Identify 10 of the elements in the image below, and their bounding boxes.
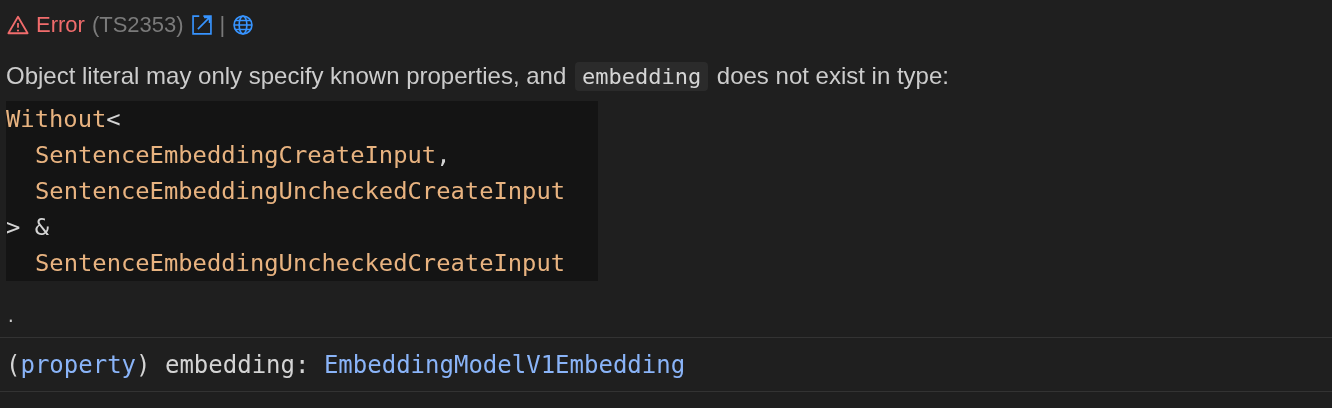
error-message: Object literal may only specify known properties, and embedding does not exist in type: <box>6 61 949 92</box>
error-code: (TS2353) <box>91 12 184 38</box>
globe-icon[interactable] <box>232 14 255 36</box>
severity-label: Error <box>36 12 85 38</box>
warning-icon <box>7 14 29 36</box>
separator: | <box>219 12 226 38</box>
trailing-period: . <box>6 307 16 327</box>
code-block: Without< SentenceEmbeddingCreateInput, SentenceEmbeddingUncheckedCreateInput > & SentenceEmbeddingUncheckedCreateInput <box>6 101 598 281</box>
property-signature: (property) embedding: EmbeddingModelV1Embedding <box>0 337 1332 392</box>
external-link-icon[interactable] <box>190 14 213 36</box>
